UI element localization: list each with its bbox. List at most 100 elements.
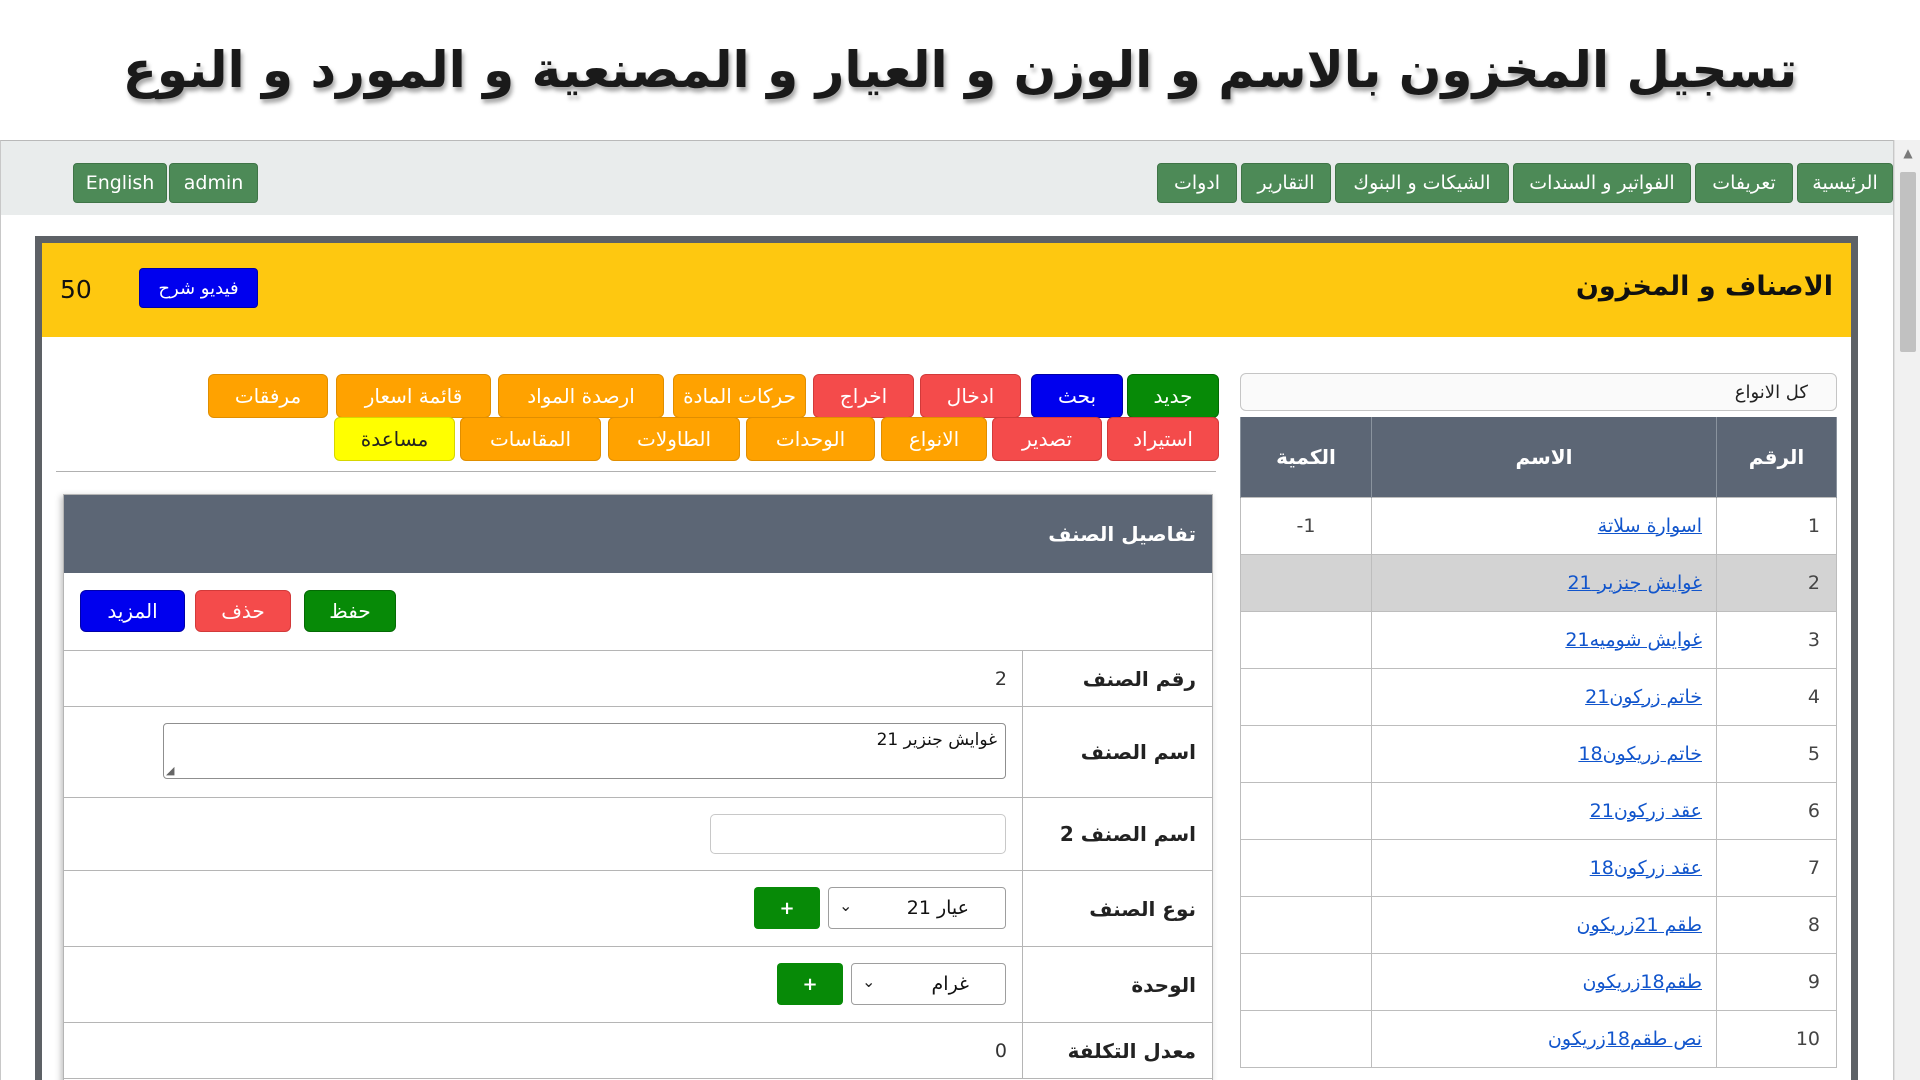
export-button[interactable]: تصدير [992,417,1102,461]
scrollbar-thumb[interactable] [1900,172,1916,352]
delete-button[interactable]: حذف [195,590,291,632]
item-link[interactable]: طقم 21زريكون [1576,914,1702,936]
row-quantity [1240,1009,1372,1068]
unit-select[interactable]: غرام ⌄ [851,963,1006,1005]
row-quantity [1240,610,1372,669]
search-button[interactable]: بحث [1031,374,1123,418]
column-header-num[interactable]: الرقم [1716,417,1837,497]
unit-value: غرام [931,973,969,995]
item-name-textarea[interactable]: غوايش جنزير 21 ◢ [163,723,1006,779]
save-button[interactable]: حفظ [304,590,396,632]
field-row-item-number: رقم الصنف 2 [64,650,1212,706]
item-type-select[interactable]: عيار 21 ⌄ [828,887,1006,929]
item-link[interactable]: غوايش شوميه21 [1565,629,1702,651]
nav-invoices[interactable]: الفواتير و السندات [1513,163,1691,203]
row-number: 3 [1716,610,1837,669]
row-quantity [1240,895,1372,954]
row-number: 8 [1716,895,1837,954]
arrow-up-icon[interactable]: ▲ [1895,146,1920,160]
video-tutorial-button[interactable]: فيديو شرح [139,268,258,308]
item-link[interactable]: غوايش جنزير 21 [1567,572,1702,594]
table-row[interactable]: 1 اسوارة سلاتة -1 [1240,496,1837,555]
add-unit-button[interactable]: + [777,963,843,1005]
new-button[interactable]: جديد [1127,374,1219,418]
attachments-button[interactable]: مرفقات [208,374,328,418]
row-number: 9 [1716,952,1837,1011]
units-button[interactable]: الوحدات [746,417,875,461]
item-details-title: تفاصيل الصنف [64,495,1212,573]
field-row-cost: معدل التكلفة 0 [64,1022,1212,1078]
top-navbar: الرئيسية تعريفات الفواتير و السندات الشي… [1,141,1893,215]
app-window: الرئيسية تعريفات الفواتير و السندات الشي… [0,140,1894,1080]
unit-label: الوحدة [1022,947,1212,1022]
row-number: 2 [1716,553,1837,612]
item-link[interactable]: نص طقم18زريكون [1548,1028,1702,1050]
row-quantity [1240,667,1372,726]
column-header-name[interactable]: الاسم [1371,417,1717,497]
nav-home[interactable]: الرئيسية [1797,163,1893,203]
item-type-label: نوع الصنف [1022,871,1212,946]
row-quantity [1240,838,1372,897]
row-number: 5 [1716,724,1837,783]
types-button[interactable]: الانواع [881,417,987,461]
item-number-value: 2 [994,667,1007,690]
table-row[interactable]: 4 خاتم زركون21 [1240,667,1837,726]
item-movements-button[interactable]: حركات المادة [673,374,806,418]
item-link[interactable]: عقد زركون21 [1590,800,1702,822]
cost-label: معدل التكلفة [1022,1023,1212,1078]
item-number-label: رقم الصنف [1022,651,1212,706]
row-quantity [1240,724,1372,783]
price-list-button[interactable]: قائمة اسعار [336,374,491,418]
chevron-down-icon: ⌄ [839,896,853,915]
field-row-unit: الوحدة غرام ⌄ + [64,946,1212,1022]
help-button[interactable]: مساعدة [334,417,455,461]
item-link[interactable]: عقد زركون18 [1590,857,1702,879]
table-row[interactable]: 10 نص طقم18زريكون [1240,1009,1837,1068]
items-table: الرقم الاسم الكمية 1 اسوارة سلاتة -1 2 غ… [1240,417,1837,1068]
item-name-2-input[interactable] [710,814,1006,854]
row-number: 4 [1716,667,1837,726]
item-link[interactable]: طقم18زريكون [1583,971,1702,993]
item-type-value: عيار 21 [906,897,969,919]
type-filter-select[interactable]: كل الانواع [1240,373,1837,411]
divider [56,471,1216,472]
column-header-qty[interactable]: الكمية [1240,417,1372,497]
sizes-button[interactable]: المقاسات [460,417,601,461]
user-button[interactable]: admin [169,163,258,203]
table-row[interactable]: 9 طقم18زريكون [1240,952,1837,1011]
field-row-item-name-2: اسم الصنف 2 [64,797,1212,870]
items-card: الاصناف و المخزون فيديو شرح 50 كل الانوا… [35,236,1858,1080]
item-name-2-label: اسم الصنف 2 [1022,798,1212,870]
nav-cheques-banks[interactable]: الشيكات و البنوك [1335,163,1509,203]
tables-button[interactable]: الطاولات [608,417,740,461]
table-row[interactable]: 6 عقد زركون21 [1240,781,1837,840]
item-balances-button[interactable]: ارصدة المواد [498,374,664,418]
table-header-row: الرقم الاسم الكمية [1240,417,1837,497]
field-row-item-type: نوع الصنف عيار 21 ⌄ + [64,870,1212,946]
nav-tools[interactable]: ادوات [1157,163,1237,203]
item-link[interactable]: خاتم زريكون18 [1578,743,1702,765]
table-row[interactable]: 8 طقم 21زريكون [1240,895,1837,954]
item-link[interactable]: اسوارة سلاتة [1598,515,1702,537]
row-number: 1 [1716,496,1837,555]
item-link[interactable]: خاتم زركون21 [1585,686,1702,708]
exit-button[interactable]: اخراج [813,374,914,418]
table-row[interactable]: 3 غوايش شوميه21 [1240,610,1837,669]
section-title: الاصناف و المخزون [1575,271,1833,302]
nav-definitions[interactable]: تعريفات [1695,163,1793,203]
table-row-selected[interactable]: 2 غوايش جنزير 21 [1240,553,1837,612]
language-button[interactable]: English [73,163,167,203]
entry-button[interactable]: ادخال [920,374,1021,418]
row-quantity [1240,781,1372,840]
row-number: 10 [1716,1009,1837,1068]
more-button[interactable]: المزيد [80,590,185,632]
import-button[interactable]: استيراد [1107,417,1219,461]
item-name-label: اسم الصنف [1022,707,1212,797]
table-row[interactable]: 7 عقد زركون18 [1240,838,1837,897]
table-row[interactable]: 5 خاتم زريكون18 [1240,724,1837,783]
add-type-button[interactable]: + [754,887,820,929]
nav-reports[interactable]: التقارير [1241,163,1331,203]
page-scrollbar[interactable]: ▲ [1894,140,1920,1080]
resize-grip-icon[interactable]: ◢ [166,764,174,777]
page-headline: تسجيل المخزون بالاسم و الوزن و العيار و … [122,41,1798,99]
